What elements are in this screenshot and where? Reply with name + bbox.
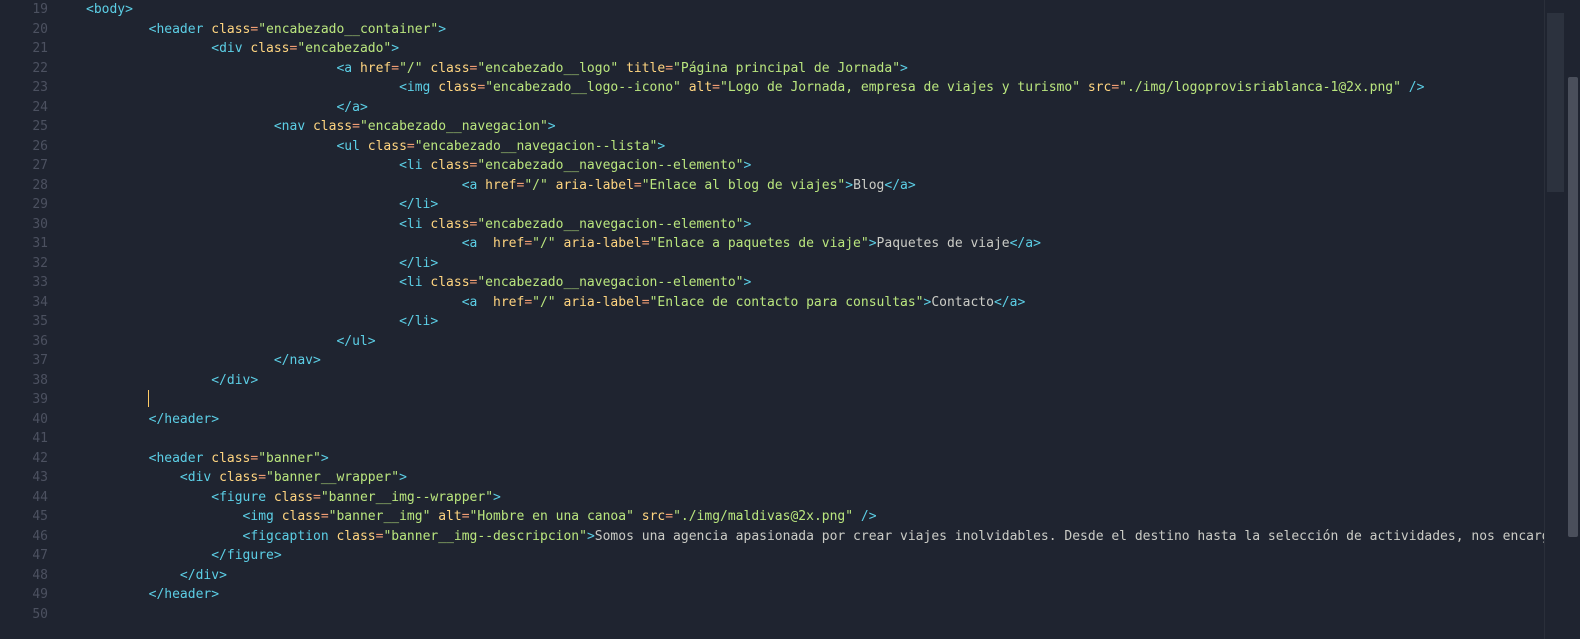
code-line[interactable]: </ul> — [66, 332, 1544, 352]
line-number: 31 — [0, 234, 66, 254]
code-line[interactable]: <body> — [66, 0, 1544, 20]
code-editor[interactable]: 1920212223242526272829303132333435363738… — [0, 0, 1580, 639]
code-line[interactable]: </figure> — [66, 546, 1544, 566]
text-cursor — [148, 390, 149, 407]
line-number: 26 — [0, 137, 66, 157]
code-line[interactable]: <figure class="banner__img--wrapper"> — [66, 488, 1544, 508]
line-number: 43 — [0, 468, 66, 488]
line-number: 20 — [0, 20, 66, 40]
line-number: 46 — [0, 527, 66, 547]
code-line[interactable]: <a href="/" class="encabezado__logo" tit… — [66, 59, 1544, 79]
code-line[interactable] — [66, 605, 1544, 625]
code-line[interactable]: <header class="encabezado__container"> — [66, 20, 1544, 40]
code-line[interactable]: </div> — [66, 371, 1544, 391]
code-area[interactable]: <body> <header class="encabezado__contai… — [66, 0, 1544, 639]
line-number: 27 — [0, 156, 66, 176]
code-line[interactable] — [66, 429, 1544, 449]
line-number: 23 — [0, 78, 66, 98]
line-number-gutter: 1920212223242526272829303132333435363738… — [0, 0, 66, 639]
code-line[interactable]: <li class="encabezado__navegacion--eleme… — [66, 156, 1544, 176]
code-line[interactable]: <div class="encabezado"> — [66, 39, 1544, 59]
code-line[interactable]: <nav class="encabezado__navegacion"> — [66, 117, 1544, 137]
line-number: 50 — [0, 605, 66, 625]
code-line[interactable]: </li> — [66, 195, 1544, 215]
code-line[interactable]: <li class="encabezado__navegacion--eleme… — [66, 215, 1544, 235]
code-line[interactable]: <ul class="encabezado__navegacion--lista… — [66, 137, 1544, 157]
code-line[interactable] — [66, 390, 1544, 410]
code-line[interactable]: <img class="banner__img" alt="Hombre en … — [66, 507, 1544, 527]
line-number: 29 — [0, 195, 66, 215]
line-number: 44 — [0, 488, 66, 508]
code-line[interactable]: <li class="encabezado__navegacion--eleme… — [66, 273, 1544, 293]
line-number: 33 — [0, 273, 66, 293]
line-number: 24 — [0, 98, 66, 118]
code-line[interactable]: <div class="banner__wrapper"> — [66, 468, 1544, 488]
code-line[interactable]: <img class="encabezado__logo--icono" alt… — [66, 78, 1544, 98]
line-number: 22 — [0, 59, 66, 79]
line-number: 34 — [0, 293, 66, 313]
code-line[interactable]: </nav> — [66, 351, 1544, 371]
code-line[interactable]: <a href="/" aria-label="Enlace a paquete… — [66, 234, 1544, 254]
code-line[interactable]: <a href="/" aria-label="Enlace al blog d… — [66, 176, 1544, 196]
line-number: 19 — [0, 0, 66, 20]
code-line[interactable]: <header class="banner"> — [66, 449, 1544, 469]
line-number: 40 — [0, 410, 66, 430]
line-number: 41 — [0, 429, 66, 449]
code-line[interactable]: <figcaption class="banner__img--descripc… — [66, 527, 1544, 547]
vertical-scrollbar[interactable] — [1566, 0, 1580, 639]
line-number: 32 — [0, 254, 66, 274]
code-line[interactable]: </li> — [66, 254, 1544, 274]
code-line[interactable]: </a> — [66, 98, 1544, 118]
line-number: 21 — [0, 39, 66, 59]
vertical-scrollbar-thumb[interactable] — [1568, 77, 1578, 537]
line-number: 28 — [0, 176, 66, 196]
line-number: 48 — [0, 566, 66, 586]
line-number: 49 — [0, 585, 66, 605]
minimap-viewport[interactable] — [1547, 13, 1564, 192]
line-number: 45 — [0, 507, 66, 527]
line-number: 35 — [0, 312, 66, 332]
line-number: 38 — [0, 371, 66, 391]
line-number: 36 — [0, 332, 66, 352]
code-line[interactable]: </div> — [66, 566, 1544, 586]
line-number: 25 — [0, 117, 66, 137]
code-line[interactable]: </header> — [66, 585, 1544, 605]
line-number: 30 — [0, 215, 66, 235]
line-number: 37 — [0, 351, 66, 371]
minimap[interactable] — [1544, 0, 1566, 639]
code-line[interactable]: </li> — [66, 312, 1544, 332]
line-number: 42 — [0, 449, 66, 469]
code-line[interactable]: <a href="/" aria-label="Enlace de contac… — [66, 293, 1544, 313]
code-line[interactable]: </header> — [66, 410, 1544, 430]
line-number: 39 — [0, 390, 66, 410]
line-number: 47 — [0, 546, 66, 566]
